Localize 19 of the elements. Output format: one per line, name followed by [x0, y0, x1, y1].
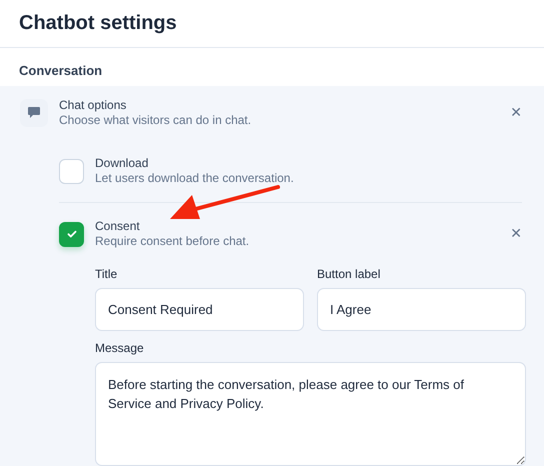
chat-bubble-icon: [20, 99, 48, 127]
close-button[interactable]: ✕: [506, 105, 526, 121]
field-label: Message: [95, 341, 145, 355]
input-field[interactable]: Consent Required: [95, 288, 304, 331]
check-icon: [66, 228, 78, 240]
checkbox[interactable]: [59, 222, 84, 246]
message-field[interactable]: Before starting the conversation, please agree to our Terms of Service and Privacy Policy.: [95, 362, 526, 466]
section-title: Conversation: [18, 62, 104, 80]
option-description: Let users download the conversation.: [95, 171, 295, 186]
page-title: Chatbot settings: [19, 12, 177, 35]
option-description: Require consent before chat.: [95, 234, 250, 249]
group-title: Chat options: [59, 98, 128, 113]
field-label: Button label: [317, 267, 382, 281]
input-field[interactable]: I Agree: [317, 288, 526, 331]
close-button[interactable]: ✕: [506, 226, 526, 242]
option-title: Consent: [95, 219, 141, 234]
group-description: Choose what visitors can do in chat.: [59, 113, 252, 128]
field-label: Title: [95, 267, 118, 281]
option-title: Download: [95, 156, 150, 171]
